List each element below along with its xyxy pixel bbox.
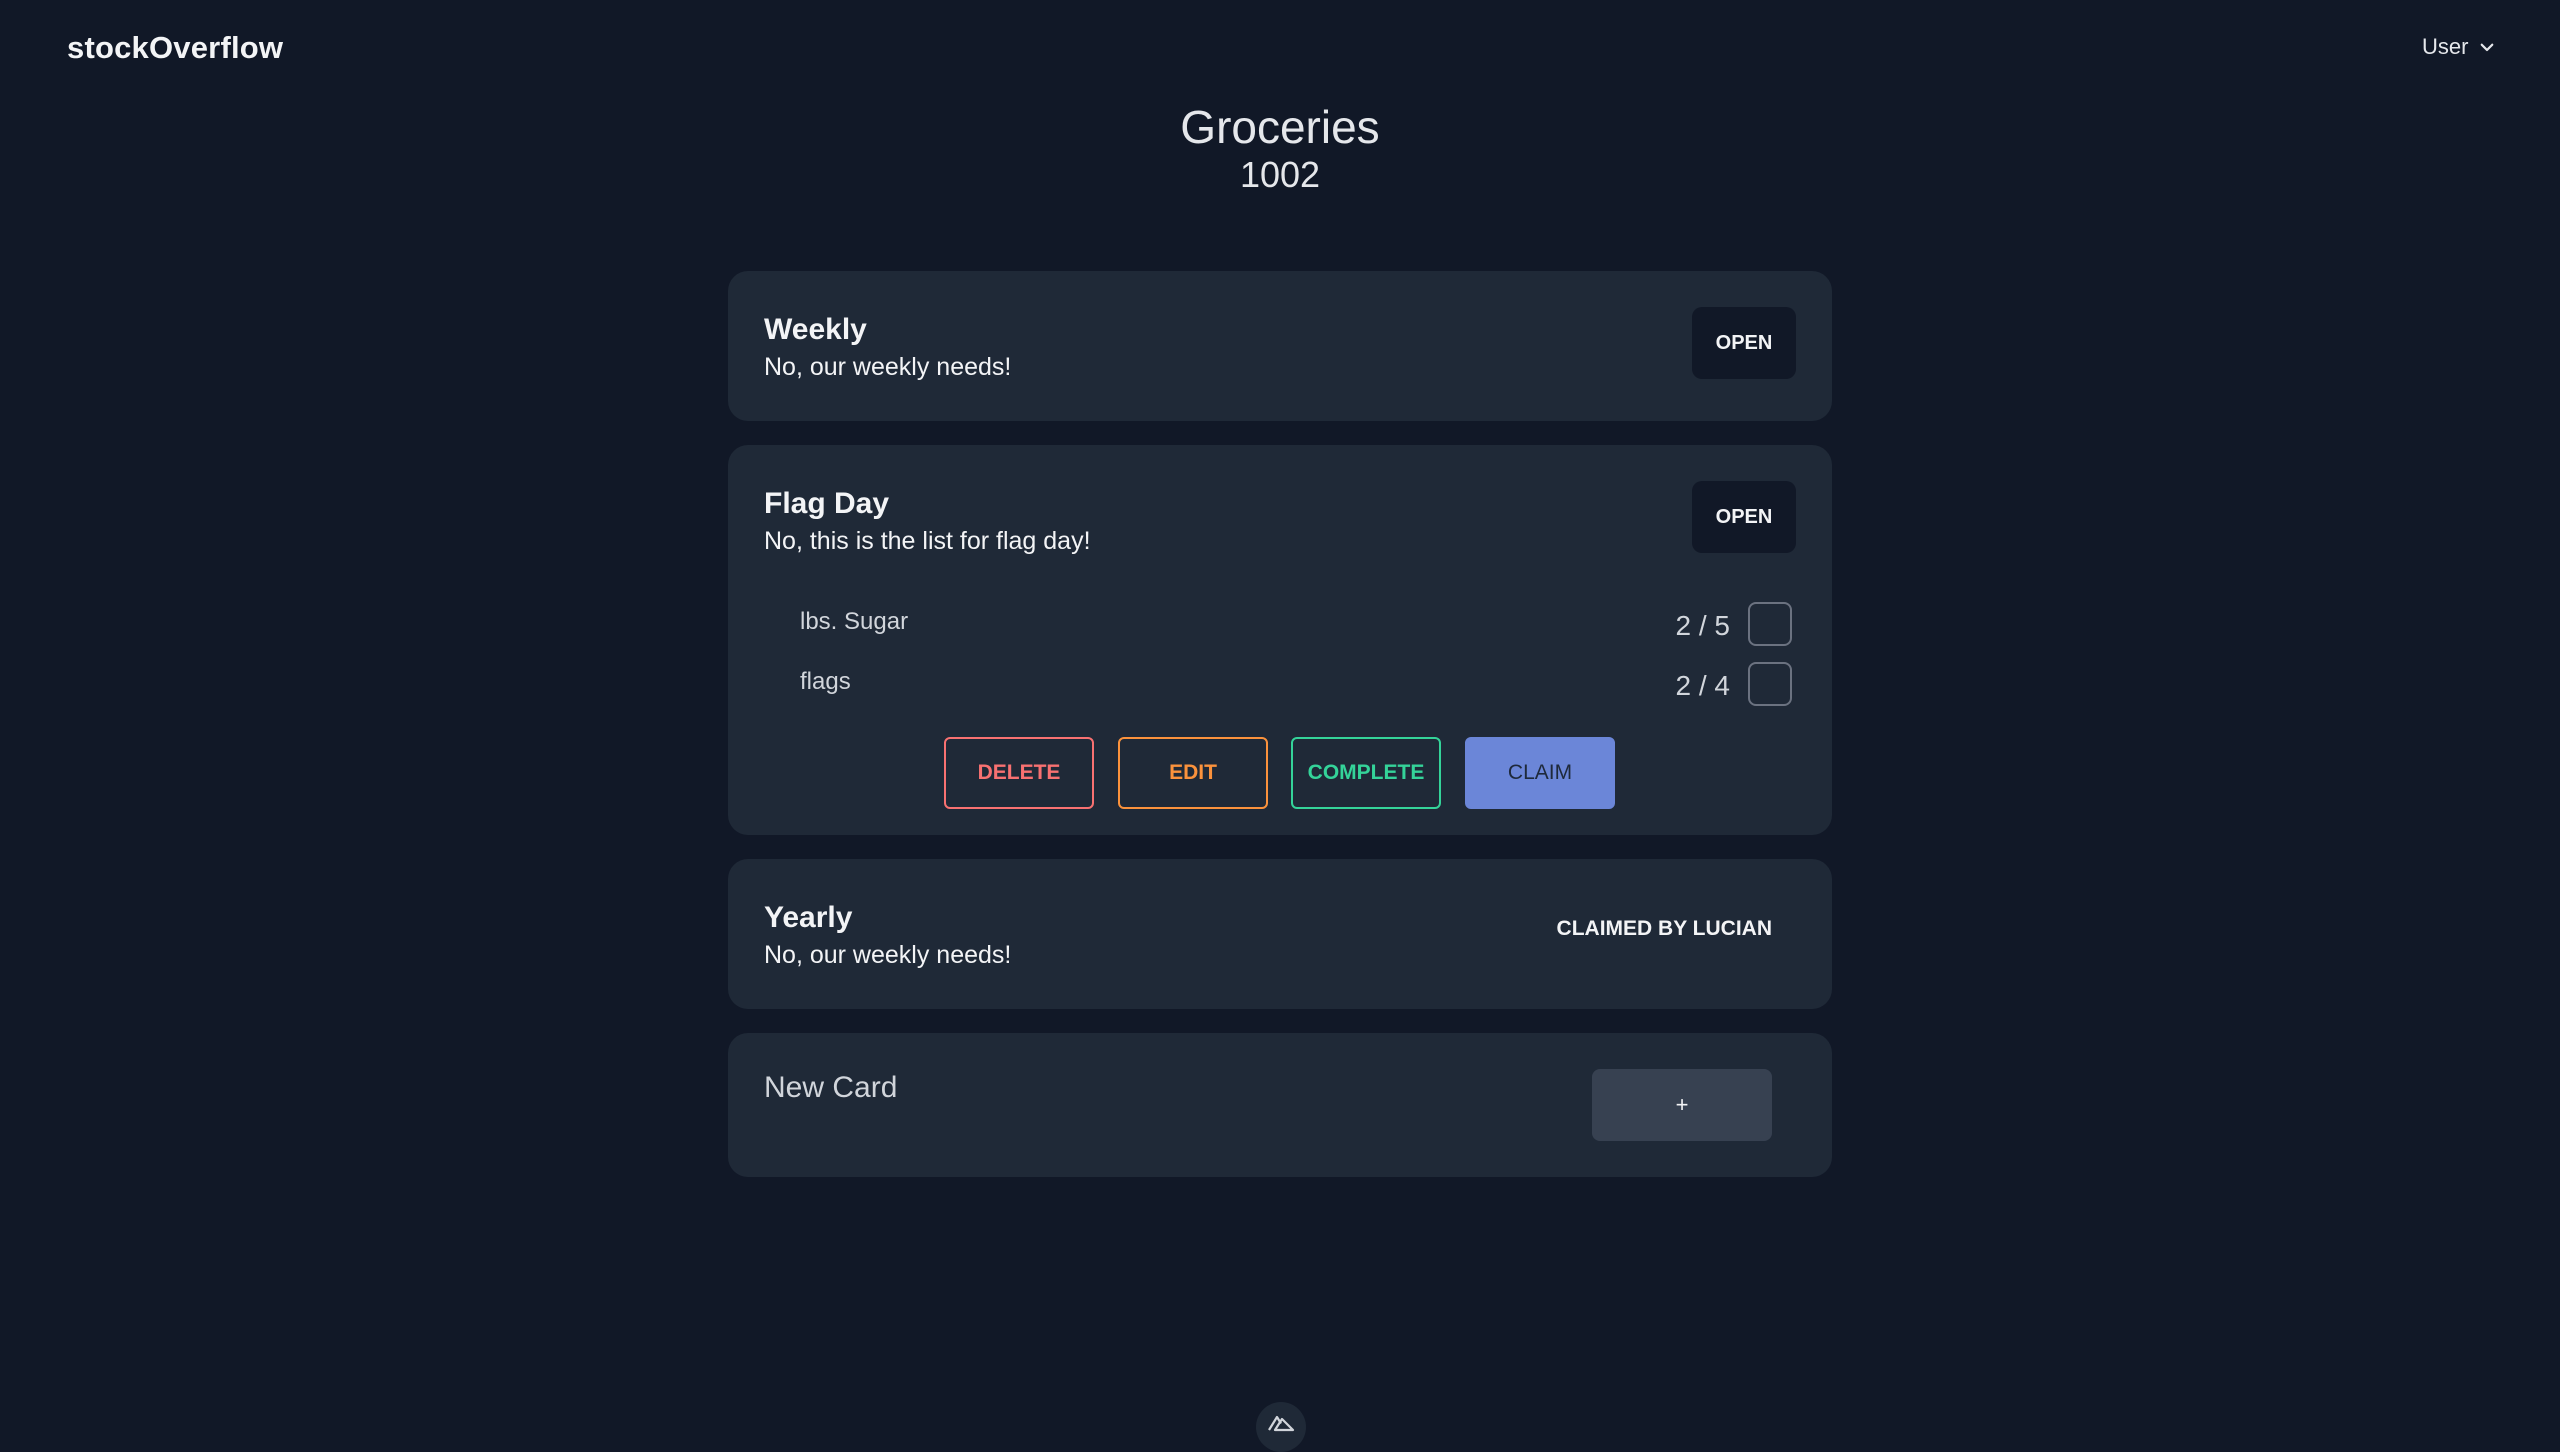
claim-button[interactable]: CLAIM bbox=[1465, 737, 1615, 809]
item-name: flags bbox=[800, 668, 851, 695]
page-title: Groceries bbox=[1180, 101, 1380, 153]
item-name: lbs. Sugar bbox=[800, 608, 909, 635]
chevron-down-icon bbox=[2481, 43, 2494, 52]
card-flag-day: Flag Day No, this is the list for flag d… bbox=[728, 445, 1832, 835]
open-button[interactable]: OPEN bbox=[1692, 481, 1796, 553]
card-description: No, this is the list for flag day! bbox=[764, 527, 1091, 555]
card-yearly: Yearly No, our weekly needs! CLAIMED BY … bbox=[728, 859, 1832, 1009]
list-item: flags 2 / 4 bbox=[800, 660, 1800, 710]
brand-logo[interactable]: stockOverflow bbox=[67, 30, 283, 66]
card-weekly: Weekly No, our weekly needs! OPEN bbox=[728, 271, 1832, 421]
item-count: 2 / 5 bbox=[1675, 610, 1730, 641]
card-new: New Card + bbox=[728, 1033, 1832, 1177]
footer-logo[interactable] bbox=[1256, 1402, 1306, 1452]
complete-button[interactable]: COMPLETE bbox=[1291, 737, 1441, 809]
list-item: lbs. Sugar 2 / 5 bbox=[800, 600, 1800, 650]
edit-button[interactable]: EDIT bbox=[1118, 737, 1268, 809]
user-menu[interactable]: User bbox=[2422, 34, 2496, 60]
item-checkbox[interactable] bbox=[1748, 662, 1792, 706]
nuxt-logo-icon bbox=[1268, 1415, 1295, 1432]
item-count: 2 / 4 bbox=[1675, 670, 1730, 701]
claimed-status: CLAIMED BY LUCIAN bbox=[1556, 917, 1772, 940]
card-title: Weekly bbox=[764, 313, 867, 346]
card-description: No, our weekly needs! bbox=[764, 941, 1012, 969]
page-subtitle: 1002 bbox=[1239, 154, 1321, 195]
card-title: Yearly bbox=[764, 901, 853, 934]
delete-button[interactable]: DELETE bbox=[944, 737, 1094, 809]
add-card-button[interactable]: + bbox=[1592, 1069, 1772, 1141]
new-card-label: New Card bbox=[764, 1071, 898, 1104]
open-button[interactable]: OPEN bbox=[1692, 307, 1796, 379]
item-checkbox[interactable] bbox=[1748, 602, 1792, 646]
card-title: Flag Day bbox=[764, 487, 890, 520]
user-menu-label: User bbox=[2422, 34, 2469, 59]
card-description: No, our weekly needs! bbox=[764, 353, 1012, 381]
